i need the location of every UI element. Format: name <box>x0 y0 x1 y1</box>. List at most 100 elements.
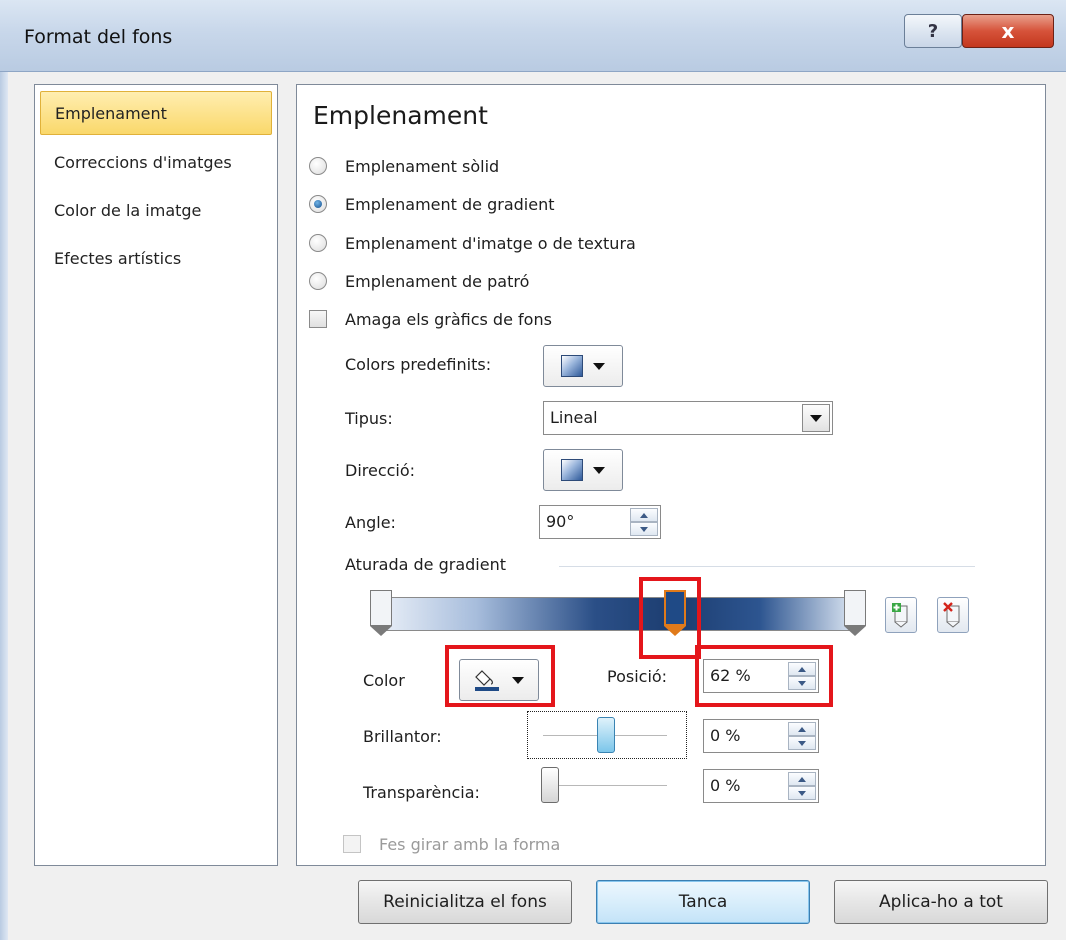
angle-value: 90° <box>546 512 575 531</box>
preset-colors-label: Colors predefinits: <box>345 355 492 374</box>
spin-down-button[interactable] <box>630 522 658 536</box>
nav-item-label: Correccions d'imatges <box>54 153 232 172</box>
radio-button[interactable] <box>309 234 327 252</box>
transparency-slider-thumb[interactable] <box>541 767 559 803</box>
radio-button[interactable] <box>309 195 327 213</box>
gradient-stops-label: Aturada de gradient <box>345 555 506 574</box>
hide-background-graphics-checkbox[interactable]: Amaga els gràfics de fons <box>309 306 552 332</box>
arrow-up-icon <box>798 726 806 732</box>
arrow-down-icon <box>798 790 806 796</box>
angle-spinner[interactable]: 90° <box>539 505 661 539</box>
spinner-buttons[interactable] <box>788 772 816 800</box>
angle-label: Angle: <box>345 513 396 532</box>
rotate-with-shape-checkbox[interactable]: Fes girar amb la forma <box>343 831 560 857</box>
stop-pointer <box>370 626 392 636</box>
type-label: Tipus: <box>345 409 393 428</box>
spin-up-button[interactable] <box>788 772 816 786</box>
stop-body <box>370 590 392 626</box>
remove-stop-icon <box>943 602 960 628</box>
position-label: Posició: <box>607 667 668 686</box>
button-label: Reinicialitza el fons <box>383 892 547 912</box>
radio-picture-texture-fill[interactable]: Emplenament d'imatge o de textura <box>309 230 636 256</box>
type-select[interactable]: Lineal <box>543 401 833 435</box>
brightness-label: Brillantor: <box>363 727 442 746</box>
brightness-value: 0 % <box>710 726 741 745</box>
transparency-slider-track[interactable] <box>543 785 667 787</box>
chevron-down-icon <box>512 676 524 684</box>
brightness-slider-thumb[interactable] <box>597 717 615 753</box>
stop-pointer <box>663 626 686 636</box>
close-icon: x <box>1001 19 1015 43</box>
preset-colors-dropdown[interactable] <box>543 345 623 387</box>
transparency-label: Transparència: <box>363 783 480 802</box>
nav-item-label: Emplenament <box>55 104 167 123</box>
dropdown-button[interactable] <box>802 404 830 432</box>
nav-item-picture-corrections[interactable]: Correccions d'imatges <box>40 141 272 185</box>
gradient-stop[interactable] <box>370 590 392 638</box>
button-label: Tanca <box>678 892 728 912</box>
close-window-button[interactable]: x <box>962 14 1054 48</box>
checkbox[interactable] <box>309 310 327 328</box>
radio-button[interactable] <box>309 272 327 290</box>
nav-item-artistic-effects[interactable]: Efectes artístics <box>40 237 272 281</box>
chevron-down-icon <box>593 362 605 370</box>
arrow-down-icon <box>798 680 806 686</box>
position-value: 62 % <box>710 666 751 685</box>
radio-gradient-fill[interactable]: Emplenament de gradient <box>309 191 555 217</box>
chevron-down-icon <box>810 414 822 422</box>
spin-down-button[interactable] <box>788 676 816 690</box>
radio-pattern-fill[interactable]: Emplenament de patró <box>309 268 529 294</box>
format-background-dialog: Format del fons ? x Emplenament Correcci… <box>0 0 1066 940</box>
category-list: Emplenament Correccions d'imatges Color … <box>34 84 278 866</box>
arrow-up-icon <box>798 666 806 672</box>
gradient-swatch-icon <box>561 459 583 481</box>
gradient-stop[interactable] <box>844 590 866 638</box>
spinner-buttons[interactable] <box>630 508 658 536</box>
spin-up-button[interactable] <box>788 662 816 676</box>
nav-item-label: Color de la imatge <box>54 201 202 220</box>
close-button[interactable]: Tanca <box>596 880 810 924</box>
spin-down-button[interactable] <box>788 736 816 750</box>
spin-up-button[interactable] <box>630 508 658 522</box>
radio-label: Emplenament de patró <box>345 271 530 291</box>
arrow-up-icon <box>640 512 648 518</box>
fill-settings-panel: Emplenament Emplenament sòlid Emplenamen… <box>296 84 1046 866</box>
transparency-spinner[interactable]: 0 % <box>703 769 819 803</box>
paint-bucket-icon <box>475 670 499 691</box>
add-gradient-stop-button[interactable] <box>885 597 917 633</box>
window-frame <box>0 72 8 940</box>
stop-body <box>663 590 686 626</box>
gradient-stop-selected[interactable] <box>663 590 686 638</box>
checkbox[interactable] <box>343 835 361 853</box>
group-divider <box>559 566 975 567</box>
spinner-buttons[interactable] <box>788 662 816 690</box>
direction-dropdown[interactable] <box>543 449 623 491</box>
radio-label: Emplenament de gradient <box>345 194 555 214</box>
reset-background-button[interactable]: Reinicialitza el fons <box>358 880 572 924</box>
checkbox-label: Fes girar amb la forma <box>379 834 561 854</box>
nav-item-fill[interactable]: Emplenament <box>40 91 272 135</box>
position-spinner[interactable]: 62 % <box>703 659 819 693</box>
remove-gradient-stop-button[interactable] <box>937 597 969 633</box>
radio-button[interactable] <box>309 157 327 175</box>
color-dropdown[interactable] <box>459 659 539 701</box>
direction-label: Direcció: <box>345 461 416 480</box>
brightness-spinner[interactable]: 0 % <box>703 719 819 753</box>
section-title: Emplenament <box>313 101 488 130</box>
help-button[interactable]: ? <box>904 14 962 48</box>
apply-to-all-button[interactable]: Aplica-ho a tot <box>834 880 1048 924</box>
spin-down-button[interactable] <box>788 786 816 800</box>
arrow-up-icon <box>798 776 806 782</box>
radio-label: Emplenament sòlid <box>345 156 500 176</box>
nav-item-picture-color[interactable]: Color de la imatge <box>40 189 272 233</box>
window-title: Format del fons <box>24 26 173 48</box>
spinner-buttons[interactable] <box>788 722 816 750</box>
gradient-preview-bar[interactable] <box>381 597 855 631</box>
arrow-down-icon <box>640 526 648 532</box>
color-label: Color <box>363 671 405 690</box>
radio-label: Emplenament d'imatge o de textura <box>345 233 636 253</box>
chevron-down-icon <box>593 466 605 474</box>
spin-up-button[interactable] <box>788 722 816 736</box>
type-value: Lineal <box>550 408 598 427</box>
radio-solid-fill[interactable]: Emplenament sòlid <box>309 153 499 179</box>
